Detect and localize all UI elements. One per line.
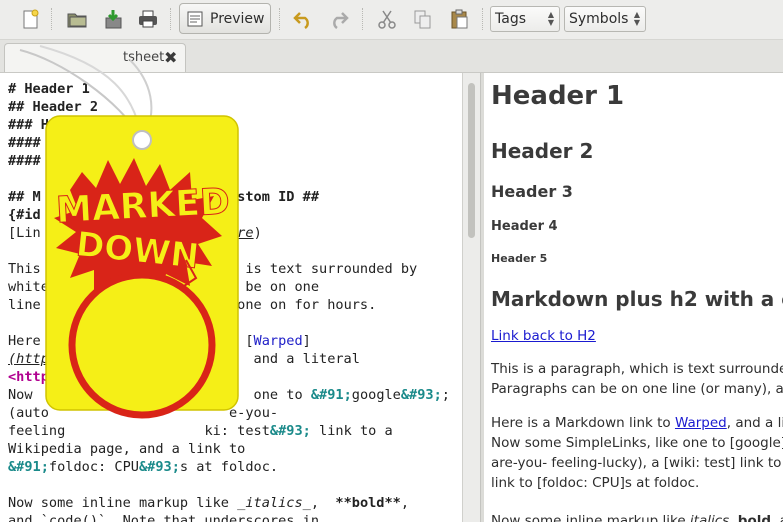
tab-bar: tsheet ✖	[0, 40, 783, 73]
preview-h1: Header 1	[491, 81, 625, 111]
new-document-icon[interactable]	[17, 6, 43, 32]
tab-label: tsheet	[123, 50, 165, 65]
warped-link[interactable]: Warped	[675, 415, 727, 431]
undo-icon[interactable]	[290, 6, 316, 32]
redo-icon[interactable]	[326, 6, 352, 32]
editor-text[interactable]: # Header 1 ## Header 2 ### H #### #### #…	[0, 73, 462, 522]
spinner-arrows-icon: ▲ ▼	[633, 10, 640, 27]
preview-h5: Header 5	[491, 252, 548, 265]
preview-h4: Header 4	[491, 219, 558, 234]
print-icon[interactable]	[135, 6, 161, 32]
editor-scrollbar[interactable]	[462, 73, 480, 522]
preview-pane: Header 1 Header 2 Header 3 Header 4 Head…	[484, 73, 783, 522]
cut-icon[interactable]	[374, 6, 400, 32]
preview-label: Preview	[210, 10, 265, 27]
preview-button[interactable]: Preview	[179, 3, 271, 34]
preview-paragraph-3: Now some inline markup like italics, bol…	[491, 513, 783, 522]
preview-h2: Header 2	[491, 139, 594, 163]
preview-h3: Header 3	[491, 182, 573, 201]
preview-h2-custom-id: Markdown plus h2 with a cu	[491, 287, 783, 311]
open-folder-icon[interactable]	[64, 6, 90, 32]
tags-dropdown[interactable]: Tags ▲ ▼	[490, 6, 560, 32]
toolbar: Preview Tags ▲ ▼ Symbols ▲ ▼	[0, 0, 783, 40]
copy-icon[interactable]	[410, 6, 436, 32]
document-tab[interactable]: tsheet ✖	[4, 43, 186, 72]
markdown-editor[interactable]: # Header 1 ## Header 2 ### H #### #### #…	[0, 73, 462, 522]
editor-scrollbar-thumb[interactable]	[468, 83, 475, 238]
spinner-arrows-icon: ▲ ▼	[547, 10, 554, 27]
link-back-to-h2[interactable]: Link back to H2	[491, 328, 596, 344]
close-tab-icon[interactable]: ✖	[164, 48, 177, 67]
preview-paragraph-2: Here is a Markdown link to Warped, and a…	[491, 415, 783, 491]
paste-icon[interactable]	[446, 6, 472, 32]
preview-icon	[187, 11, 203, 26]
symbols-label: Symbols	[569, 11, 629, 27]
symbols-dropdown[interactable]: Symbols ▲ ▼	[564, 6, 646, 32]
tags-label: Tags	[495, 11, 526, 27]
save-icon[interactable]	[100, 6, 126, 32]
preview-paragraph-1: This is a paragraph, which is text surro…	[491, 361, 783, 397]
